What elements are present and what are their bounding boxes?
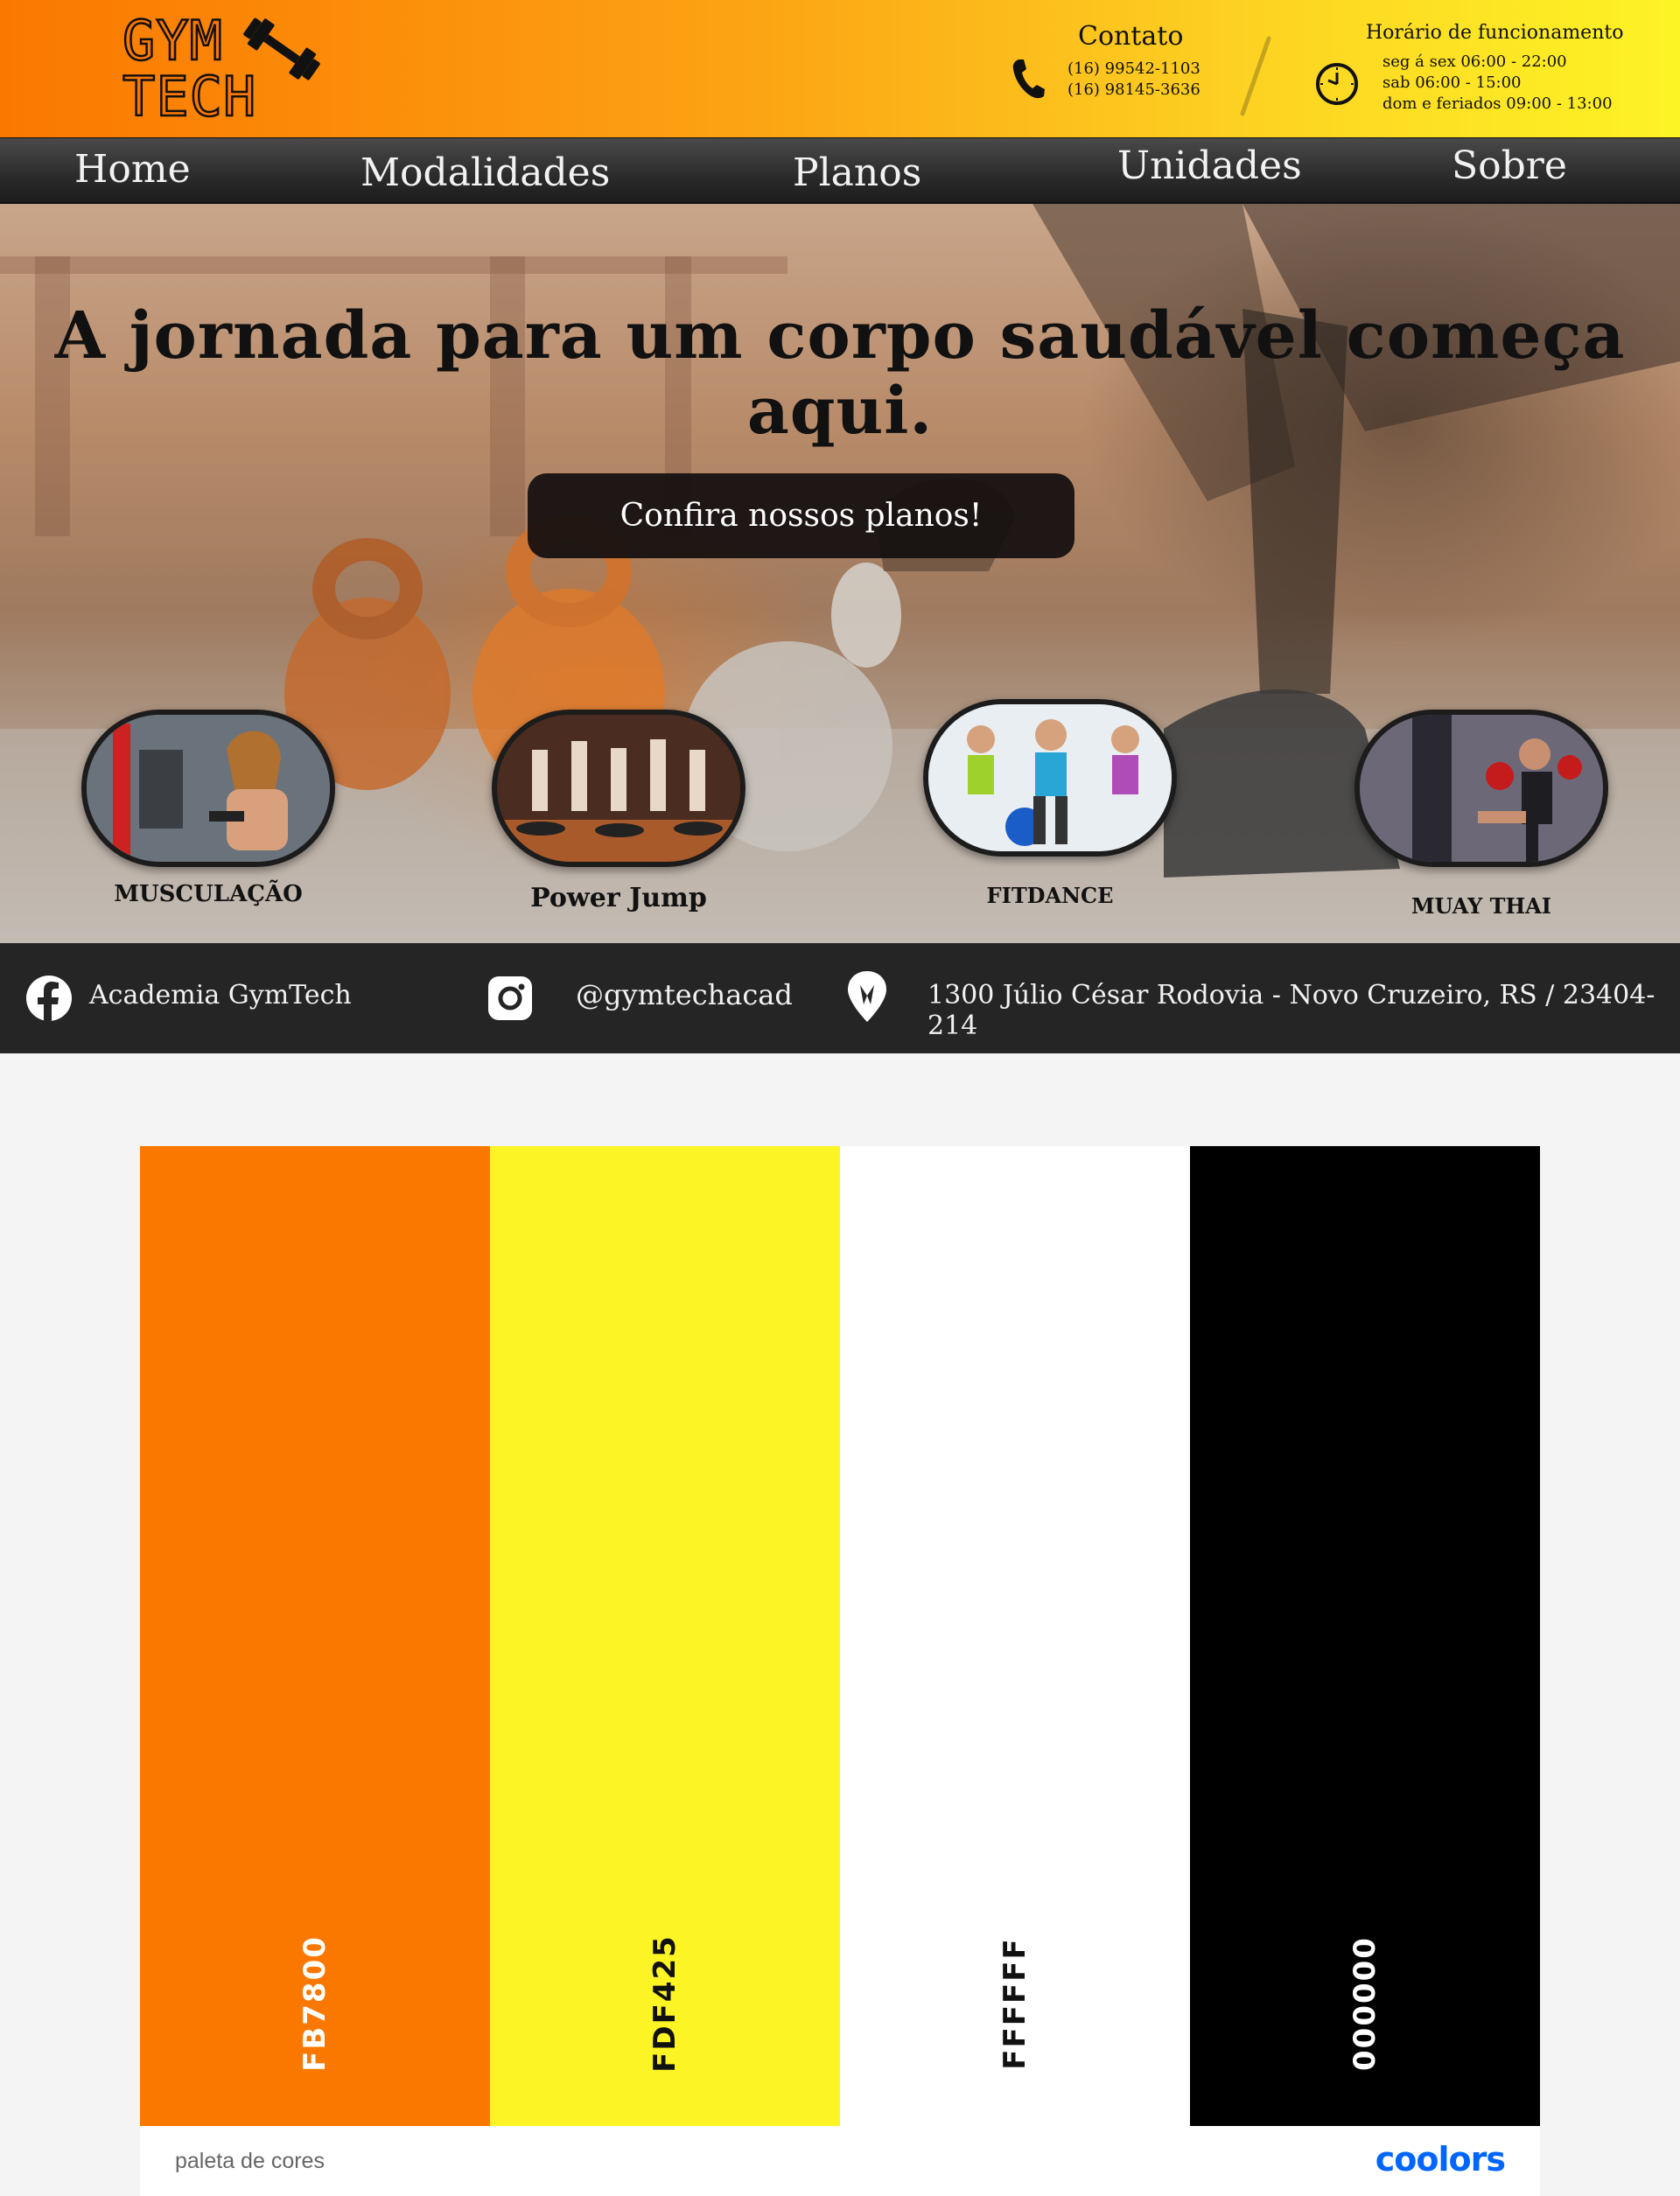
hero-banner: A jornada para um corpo saudável começa … <box>0 204 1680 943</box>
clock-icon <box>1316 63 1358 105</box>
top-header: GYM TECH Contato (16) 99542-1103 (16) 98… <box>0 0 1680 137</box>
facebook-icon[interactable] <box>25 975 73 1022</box>
hero-title: A jornada para um corpo saudável começa … <box>54 298 1626 449</box>
contact-footer: Academia GymTech @gymtechacad 1300 Júlio… <box>0 943 1680 1053</box>
divider-slash <box>1240 36 1271 116</box>
view-plans-button[interactable]: Confira nossos planos! <box>528 473 1074 558</box>
swatch-white[interactable]: FFFFFF <box>840 1146 1190 2126</box>
opening-hours: seg á sex 06:00 - 22:00 sab 06:00 - 15:0… <box>1382 52 1613 115</box>
logo-line-1: GYM <box>122 9 223 73</box>
gymtech-logo[interactable]: GYM TECH <box>122 9 324 129</box>
hours-line: sab 06:00 - 15:00 <box>1382 73 1522 92</box>
nav-planos[interactable]: Planos <box>793 150 921 195</box>
phone-numbers: (16) 99542-1103 (16) 98145-3636 <box>1068 59 1200 101</box>
swatch-black[interactable]: 000000 <box>1190 1146 1540 2126</box>
instagram-icon[interactable] <box>486 975 534 1022</box>
dumbbell-icon <box>243 17 320 80</box>
phone-number[interactable]: (16) 98145-3636 <box>1068 80 1200 101</box>
modality-label: FITDANCE <box>986 883 1114 908</box>
modality-card-power-jump[interactable]: Power Jump <box>492 710 746 913</box>
modality-card-musculacao[interactable]: MUSCULAÇÃO <box>81 710 335 907</box>
facebook-link[interactable]: Academia GymTech <box>89 980 352 1011</box>
modality-label: MUAY THAI <box>1410 893 1552 919</box>
color-palette: FB7800 FDF425 FFFFFF 000000 paleta de co… <box>140 1146 1540 2196</box>
instagram-link[interactable]: @gymtechacad <box>576 978 793 1011</box>
address-text: 1300 Júlio César Rodovia - Novo Cruzeiro… <box>928 980 1656 1041</box>
main-nav: Home Modalidades Planos Unidades Sobre <box>0 137 1680 204</box>
modality-label: MUSCULAÇÃO <box>114 881 303 907</box>
phone-icon <box>1012 59 1045 99</box>
swatch-code: FDF425 <box>648 1934 682 2073</box>
map-pin-icon[interactable] <box>845 969 889 1024</box>
hours-line: seg á sex 06:00 - 22:00 <box>1382 52 1567 71</box>
hours-line: dom e feriados 09:00 - 13:00 <box>1382 94 1613 113</box>
swatch-code: FB7800 <box>298 1935 332 2072</box>
modality-label: Power Jump <box>530 883 707 913</box>
nav-sobre[interactable]: Sobre <box>1452 143 1567 188</box>
palette-footer-bar: paleta de cores coolors <box>140 2126 1540 2196</box>
fitdance-photo <box>923 699 1177 857</box>
muay-thai-photo <box>1354 710 1608 867</box>
power-jump-photo <box>492 710 746 867</box>
swatch-yellow[interactable]: FDF425 <box>490 1146 840 2126</box>
modality-card-muay-thai[interactable]: MUAY THAI <box>1354 710 1608 919</box>
swatch-orange[interactable]: FB7800 <box>140 1146 490 2126</box>
coolors-logo[interactable]: coolors <box>1376 2140 1506 2179</box>
swatch-code: FFFFFF <box>998 1937 1032 2070</box>
phone-number[interactable]: (16) 99542-1103 <box>1068 59 1200 80</box>
swatch-code: 000000 <box>1348 1936 1382 2071</box>
hours-title: Horário de funcionamento <box>1366 22 1624 44</box>
logo-line-2: TECH <box>122 65 257 129</box>
nav-unidades[interactable]: Unidades <box>1117 143 1302 188</box>
nav-modalidades[interactable]: Modalidades <box>360 150 610 195</box>
palette-name: paleta de cores <box>175 2149 325 2173</box>
modality-card-fitdance[interactable]: FITDANCE <box>923 699 1177 908</box>
contact-title: Contato <box>1078 21 1184 52</box>
musculacao-photo <box>81 710 335 867</box>
nav-home[interactable]: Home <box>74 147 191 192</box>
